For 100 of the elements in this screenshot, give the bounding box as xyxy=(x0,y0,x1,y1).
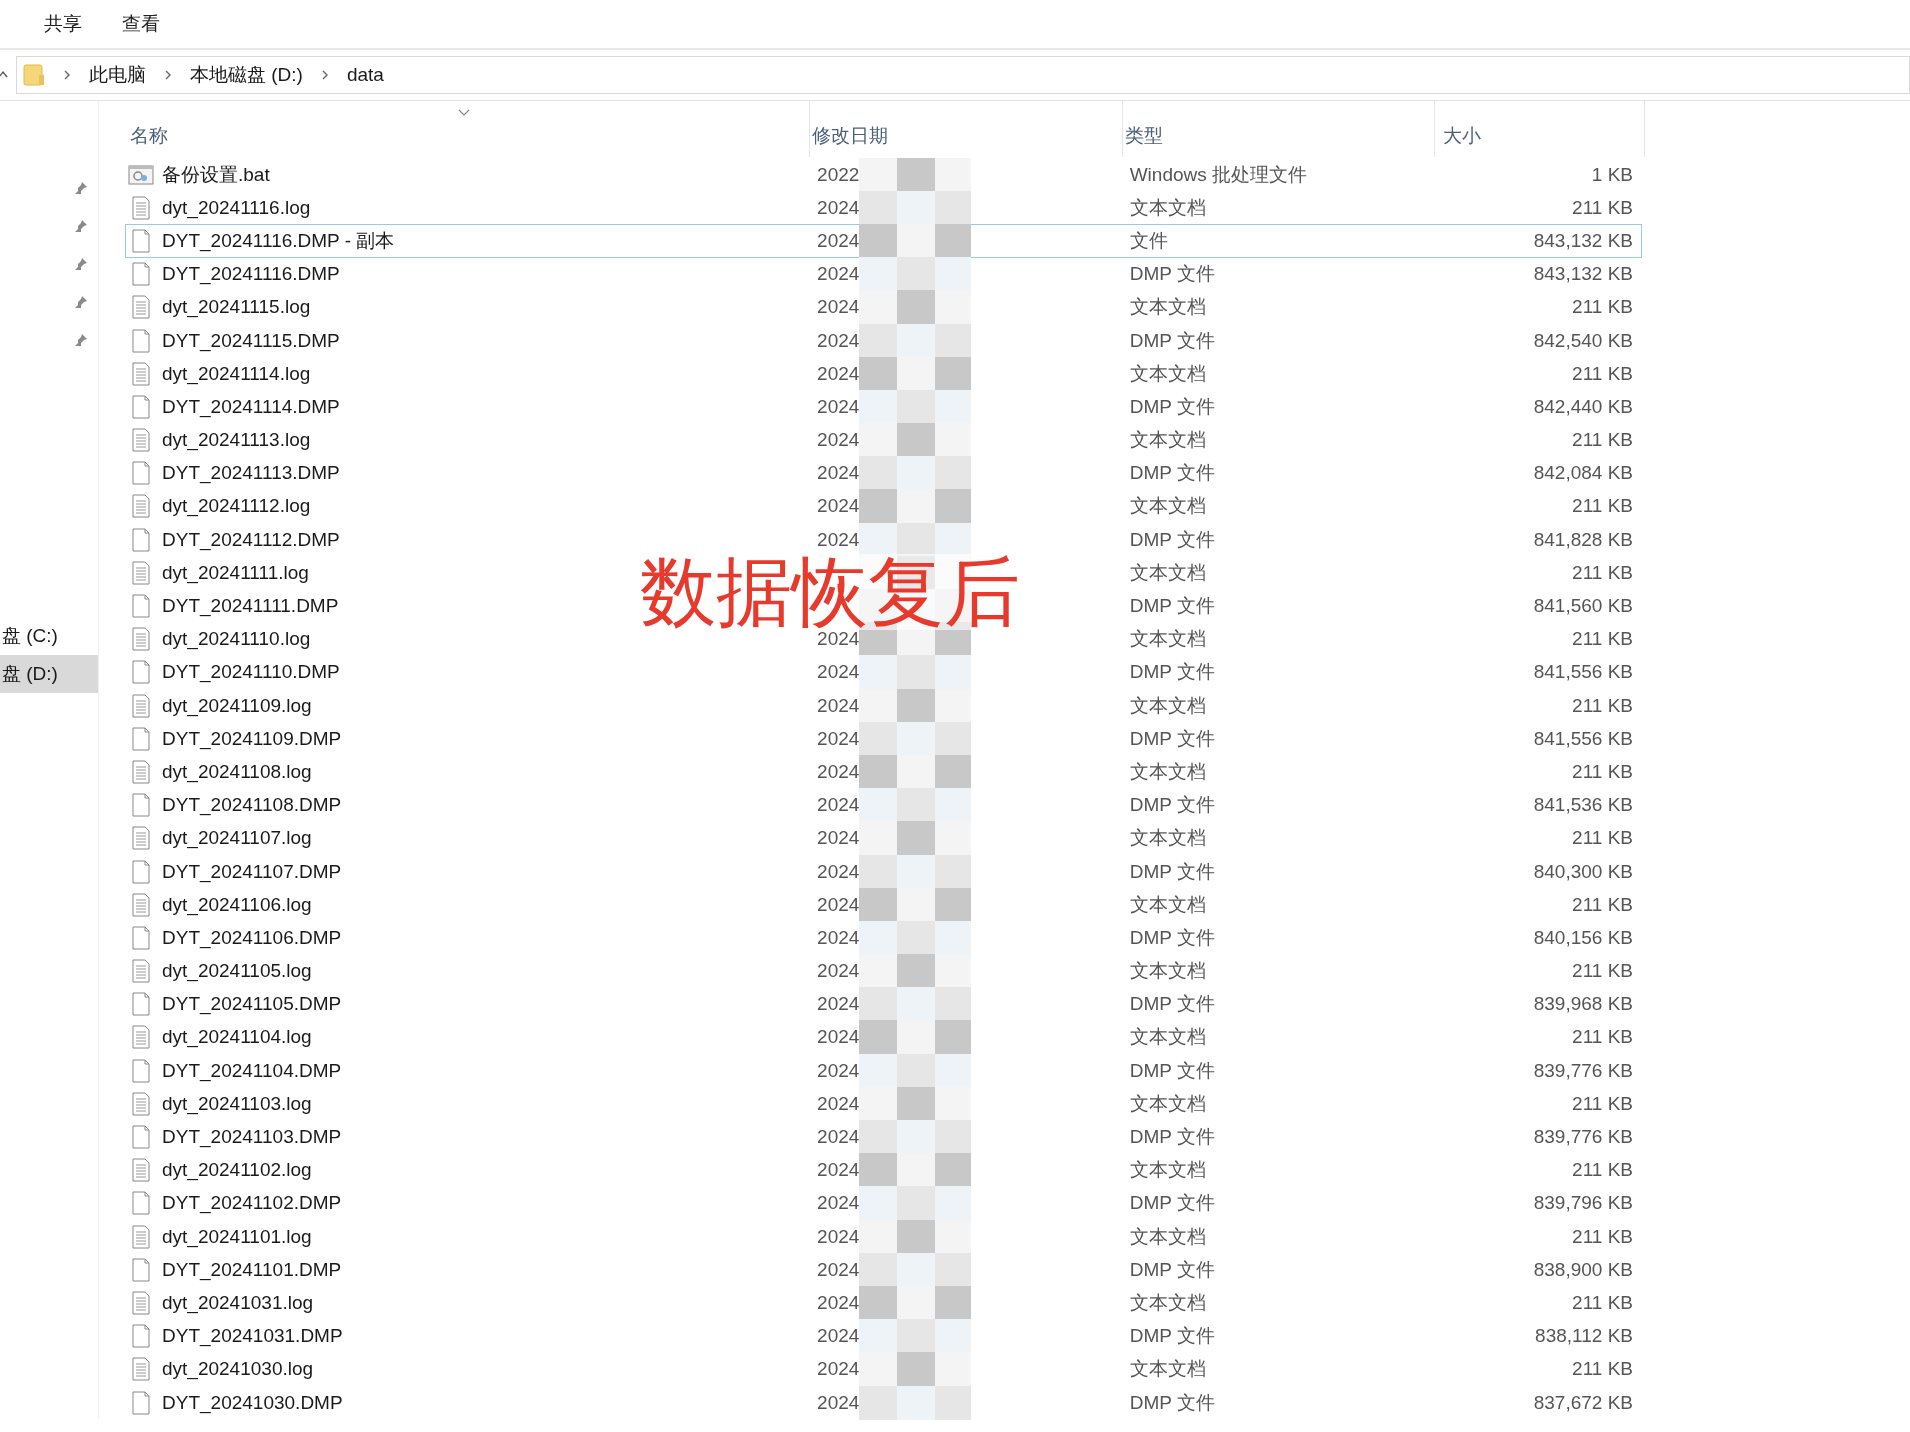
file-row[interactable]: DYT_20241031.DMP 2024 DMP 文件 838,112 KB xyxy=(125,1319,1642,1353)
file-size: 841,828 KB xyxy=(1533,528,1633,551)
file-size: 211 KB xyxy=(1572,628,1633,651)
file-type: DMP 文件 xyxy=(1129,793,1215,818)
file-name: dyt_20241031.log xyxy=(162,1291,314,1314)
file-name: 备份设置.bat xyxy=(162,162,270,187)
file-type: 文本文档 xyxy=(1129,693,1206,718)
file-size: 211 KB xyxy=(1572,694,1633,717)
file-size: 840,156 KB xyxy=(1533,926,1633,949)
file-type: DMP 文件 xyxy=(1129,1390,1215,1415)
batch-file-icon xyxy=(128,163,154,186)
file-row[interactable]: dyt_20241106.log 2024 文本文档 211 KB xyxy=(125,888,1642,922)
column-header[interactable]: 名称 xyxy=(128,101,810,157)
file-type: 文本文档 xyxy=(1129,892,1206,917)
file-size: 1 KB xyxy=(1591,163,1633,186)
file-name: DYT_20241102.DMP xyxy=(162,1192,342,1215)
modified-date: 2024 xyxy=(817,528,860,551)
file-row[interactable]: DYT_20241116.DMP 2024 DMP 文件 843,132 KB xyxy=(125,257,1642,291)
file-row[interactable]: DYT_20241101.DMP 2024 DMP 文件 838,900 KB xyxy=(125,1253,1642,1287)
modified-date: 2024 xyxy=(817,1092,860,1115)
modified-date: 2024 xyxy=(817,1391,860,1414)
file-row[interactable]: DYT_20241114.DMP 2024 DMP 文件 842,440 KB xyxy=(125,390,1642,424)
address-bar[interactable]: 此电脑 本地磁盘 (D:) data xyxy=(16,56,1910,94)
file-row[interactable]: dyt_20241031.log 2024 文本文档 211 KB xyxy=(125,1286,1642,1320)
drive-item[interactable]: 盘 (C:) xyxy=(0,617,98,655)
breadcrumb[interactable]: 本地磁盘 (D:) xyxy=(190,62,303,88)
file-row[interactable]: DYT_20241104.DMP 2024 DMP 文件 839,776 KB xyxy=(125,1054,1642,1088)
file-type: DMP 文件 xyxy=(1129,1125,1215,1150)
file-type: DMP 文件 xyxy=(1129,660,1215,685)
file-size: 211 KB xyxy=(1572,827,1633,850)
file-type: 文本文档 xyxy=(1129,428,1206,453)
file-row[interactable]: DYT_20241030.DMP 2024 DMP 文件 837,672 KB xyxy=(125,1385,1642,1420)
pin-icon xyxy=(74,295,88,309)
file-name: DYT_20241108.DMP xyxy=(162,794,342,817)
file-size: 838,900 KB xyxy=(1533,1258,1633,1281)
file-type: DMP 文件 xyxy=(1129,328,1215,353)
file-row[interactable]: dyt_20241107.log 2024 文本文档 211 KB xyxy=(125,821,1642,855)
file-size: 839,776 KB xyxy=(1533,1059,1633,1082)
file-row[interactable]: dyt_20241103.log 2024 文本文档 211 KB xyxy=(125,1087,1642,1121)
file-name: dyt_20241108.log xyxy=(162,760,312,783)
file-name: dyt_20241104.log xyxy=(162,1026,312,1049)
file-row[interactable]: DYT_20241103.DMP 2024 DMP 文件 839,776 KB xyxy=(125,1120,1642,1154)
file-row[interactable]: dyt_20241030.log 2024 文本文档 211 KB xyxy=(125,1352,1642,1386)
file-row[interactable]: dyt_20241115.log 2024 文本文档 211 KB xyxy=(125,290,1642,324)
file-name: DYT_20241112.DMP xyxy=(162,528,340,551)
modified-date: 2024 xyxy=(817,1358,860,1381)
drive-item[interactable]: 盘 (D:) xyxy=(0,655,98,693)
file-row[interactable]: dyt_20241112.log 2024 文本文档 211 KB xyxy=(125,489,1642,524)
file-name: DYT_20241030.DMP xyxy=(162,1391,343,1414)
modified-date: 2024 xyxy=(817,1225,860,1248)
file-row[interactable]: dyt_20241102.log 2024 文本文档 211 KB xyxy=(125,1153,1642,1187)
file-row[interactable]: DYT_20241107.DMP 2024 DMP 文件 840,300 KB xyxy=(125,854,1642,889)
sort-caret-icon xyxy=(458,109,470,117)
file-row[interactable]: dyt_20241113.log 2024 文本文档 211 KB xyxy=(125,423,1642,457)
file-row[interactable]: dyt_20241114.log 2024 文本文档 211 KB xyxy=(125,357,1642,391)
file-row[interactable]: DYT_20241106.DMP 2024 DMP 文件 840,156 KB xyxy=(125,921,1642,955)
file-type: 文本文档 xyxy=(1129,826,1206,851)
file-row[interactable]: DYT_20241105.DMP 2024 DMP 文件 839,968 KB xyxy=(125,987,1642,1021)
file-type: 文本文档 xyxy=(1129,494,1206,519)
file-row[interactable]: DYT_20241109.DMP 2024 DMP 文件 841,556 KB xyxy=(125,722,1642,756)
file-name: DYT_20241113.DMP xyxy=(162,462,340,485)
file-row[interactable]: DYT_20241102.DMP 2024 DMP 文件 839,796 KB xyxy=(125,1186,1642,1220)
file-row[interactable]: 备份设置.bat 2022 Windows 批处理文件 1 KB xyxy=(125,158,1642,192)
file-row[interactable]: dyt_20241116.log 2024 文本文档 211 KB xyxy=(125,191,1642,225)
file-row[interactable]: dyt_20241108.log 2024 文本文档 211 KB xyxy=(125,755,1642,789)
file-type: 文本文档 xyxy=(1129,1224,1206,1249)
modified-date: 2024 xyxy=(817,1258,860,1281)
file-row[interactable]: dyt_20241105.log 2024 文本文档 211 KB xyxy=(125,954,1642,988)
modified-date: 2024 xyxy=(817,993,860,1016)
column-header[interactable]: 大小 xyxy=(1435,101,1645,157)
file-size: 842,540 KB xyxy=(1533,329,1633,352)
modified-date: 2024 xyxy=(817,495,860,518)
file-type: DMP 文件 xyxy=(1129,925,1215,950)
file-name: dyt_20241112.log xyxy=(162,495,311,518)
file-row[interactable]: DYT_20241115.DMP 2024 DMP 文件 842,540 KB xyxy=(125,323,1642,358)
column-header[interactable]: 类型 xyxy=(1123,101,1435,157)
file-row[interactable]: dyt_20241109.log 2024 文本文档 211 KB xyxy=(125,689,1642,723)
modified-date: 2024 xyxy=(817,263,860,286)
modified-date: 2024 xyxy=(817,296,860,319)
column-header[interactable]: 修改日期 xyxy=(810,101,1123,157)
file-name: dyt_20241111.log xyxy=(162,561,309,584)
file-name: dyt_20241107.log xyxy=(162,827,312,850)
menu-tab[interactable]: 共享 xyxy=(44,11,82,37)
file-name: dyt_20241110.log xyxy=(162,628,311,651)
file-row[interactable]: DYT_20241113.DMP 2024 DMP 文件 842,084 KB xyxy=(125,456,1642,490)
file-row[interactable]: DYT_20241108.DMP 2024 DMP 文件 841,536 KB xyxy=(125,788,1642,822)
file-row[interactable]: DYT_20241110.DMP 2024 DMP 文件 841,556 KB xyxy=(125,655,1642,689)
file-row[interactable]: dyt_20241101.log 2024 文本文档 211 KB xyxy=(125,1220,1642,1254)
chevron-icon xyxy=(164,69,172,81)
menu-tab[interactable]: 查看 xyxy=(122,11,160,37)
file-name: DYT_20241103.DMP xyxy=(162,1126,342,1149)
file-name: DYT_20241116.DMP - 副本 xyxy=(162,228,395,254)
file-row[interactable]: dyt_20241104.log 2024 文本文档 211 KB xyxy=(125,1020,1642,1055)
file-type: 文本文档 xyxy=(1129,1290,1206,1315)
breadcrumb[interactable]: 此电脑 xyxy=(89,62,146,88)
modified-date: 2024 xyxy=(817,760,860,783)
file-size: 211 KB xyxy=(1572,495,1633,518)
file-name: DYT_20241031.DMP xyxy=(162,1325,343,1348)
breadcrumb[interactable]: data xyxy=(346,64,384,86)
file-row[interactable]: DYT_20241116.DMP - 副本 2024 文件 843,132 KB xyxy=(125,224,1642,258)
